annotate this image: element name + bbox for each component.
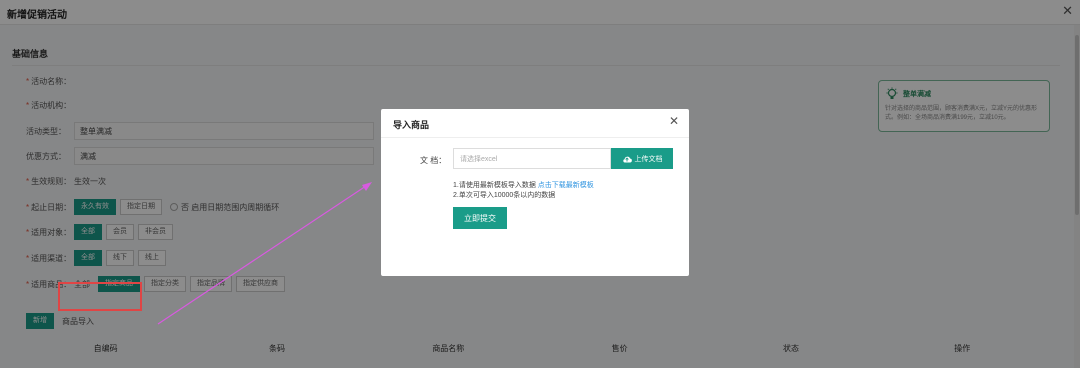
import-note-1: 1.请使用最新模板导入数据 点击下载最新模板 bbox=[453, 180, 594, 190]
submit-button[interactable]: 立即提交 bbox=[453, 207, 507, 229]
import-goods-modal: 导入商品 ✕ 文 档： 请选择excel 上传文档 1.请使用最新模板导入数据 … bbox=[381, 109, 689, 276]
doc-file-input[interactable]: 请选择excel bbox=[453, 148, 611, 169]
import-note-2: 2.单次可导入10000条以内的数据 bbox=[453, 192, 556, 199]
modal-divider bbox=[381, 137, 689, 138]
modal-close-icon[interactable]: ✕ bbox=[669, 114, 679, 128]
note1-text: 1.请使用最新模板导入数据 bbox=[453, 182, 538, 189]
doc-label: 文 档： bbox=[420, 156, 447, 165]
modal-title: 导入商品 bbox=[393, 120, 430, 130]
upload-button[interactable]: 上传文档 bbox=[611, 148, 673, 169]
cloud-upload-icon bbox=[622, 156, 632, 163]
download-template-link[interactable]: 点击下载最新模板 bbox=[538, 182, 594, 189]
upload-button-label: 上传文档 bbox=[634, 155, 663, 163]
